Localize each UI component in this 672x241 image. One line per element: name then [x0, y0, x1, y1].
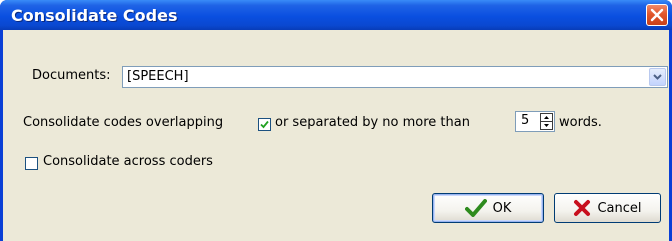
- separated-label: or separated by no more than: [275, 115, 470, 130]
- spinner-down-button[interactable]: [541, 122, 552, 129]
- overlap-label: Consolidate codes overlapping: [23, 115, 224, 130]
- chevron-down-icon: [653, 74, 662, 80]
- separation-value[interactable]: 5: [521, 113, 529, 128]
- close-button[interactable]: [646, 4, 668, 26]
- across-coders-label: Consolidate across coders: [43, 154, 213, 169]
- spinner-buttons: [540, 113, 553, 130]
- documents-value: [SPEECH]: [127, 69, 189, 84]
- words-label: words.: [559, 115, 602, 130]
- dialog-body: Documents: [SPEECH] Consolidate codes ov…: [3, 30, 669, 241]
- title-bar[interactable]: Consolidate Codes: [0, 0, 672, 30]
- checkmark-icon: [260, 120, 269, 129]
- dialog-window: Consolidate Codes Documents: [SPEECH] Co…: [0, 0, 672, 241]
- across-coders-checkbox[interactable]: [25, 157, 38, 170]
- dropdown-button[interactable]: [649, 68, 666, 86]
- separation-spinner[interactable]: 5: [515, 111, 555, 132]
- documents-dropdown[interactable]: [SPEECH]: [122, 66, 668, 88]
- spinner-up-button[interactable]: [541, 114, 552, 122]
- cancel-button[interactable]: Cancel: [554, 193, 661, 223]
- cancel-label: Cancel: [597, 200, 642, 216]
- arrow-down-icon: [544, 124, 549, 127]
- documents-label: Documents:: [32, 68, 111, 83]
- x-icon: [574, 200, 591, 216]
- dialog-title: Consolidate Codes: [11, 6, 178, 25]
- arrow-up-icon: [544, 116, 549, 119]
- checkmark-icon: [464, 199, 487, 217]
- close-icon: [650, 8, 664, 22]
- ok-label: OK: [492, 200, 512, 216]
- ok-button[interactable]: OK: [432, 193, 544, 223]
- overlap-checkbox[interactable]: [258, 118, 271, 131]
